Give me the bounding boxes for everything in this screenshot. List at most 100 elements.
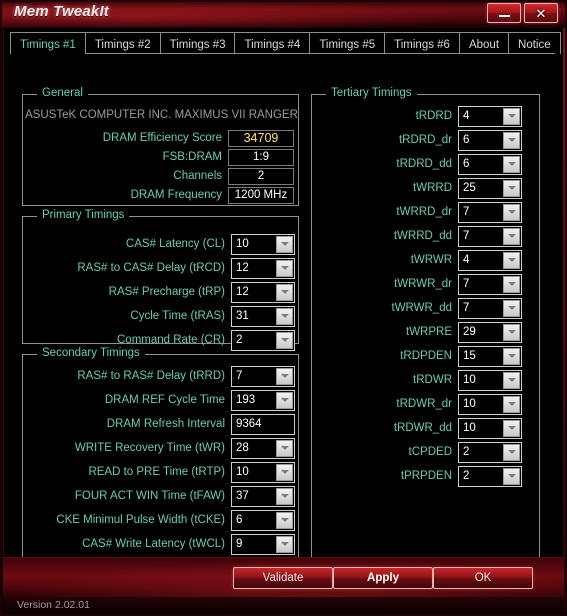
chevron-down-icon[interactable] — [503, 371, 520, 389]
field-label: tRDRD_dd — [396, 158, 452, 170]
combo-twrrd[interactable]: 25 — [458, 177, 522, 199]
field-label: tWRWR_dr — [394, 278, 452, 290]
field-label: tWRRD_dd — [393, 230, 452, 242]
chevron-down-icon[interactable] — [503, 131, 520, 149]
combo-cycle-time-tras[interactable]: 31 — [231, 305, 295, 327]
combo-read-to-pre-time-trtp[interactable]: 10 — [231, 461, 295, 483]
combo-command-rate-cr[interactable]: 2 — [231, 329, 295, 351]
chevron-down-icon[interactable] — [276, 235, 293, 253]
combo-trdwr-dr[interactable]: 10 — [458, 393, 522, 415]
combo-dram-ref-cycle-time[interactable]: 193 — [231, 389, 295, 411]
combo-cke-minimul-pulse-width-tcke[interactable]: 6 — [231, 509, 295, 531]
mem-tweakit-window: Mem TweakIt ✕ Timings #1 Timings #2 Timing… — [0, 0, 567, 616]
combo-value: 37 — [236, 490, 249, 502]
chevron-down-icon[interactable] — [276, 487, 293, 505]
combo-twrwr[interactable]: 4 — [458, 249, 522, 271]
tab-label: Timings #4 — [244, 39, 301, 51]
combo-trdrd-dd[interactable]: 6 — [458, 153, 522, 175]
combo-trdpden[interactable]: 15 — [458, 345, 522, 367]
chevron-down-icon[interactable] — [503, 179, 520, 197]
group-secondary-timings: Secondary Timings RAS# to RAS# Delay (tR… — [22, 347, 299, 576]
chevron-down-icon[interactable] — [503, 299, 520, 317]
chevron-down-icon[interactable] — [276, 307, 293, 325]
combo-twrrd-dr[interactable]: 7 — [458, 201, 522, 223]
chevron-down-icon[interactable] — [503, 107, 520, 125]
minimize-button[interactable] — [487, 3, 521, 23]
combo-value: 6 — [463, 158, 470, 170]
tab-timings-1[interactable]: Timings #1 — [10, 32, 86, 55]
combo-value: 4 — [463, 110, 470, 122]
row-ras-precharge-trp: RAS# Precharge (tRP) 12 — [31, 281, 295, 303]
field-label: CAS# Write Latency (tWCL) — [82, 538, 225, 550]
tab-notice[interactable]: Notice — [508, 32, 561, 54]
chevron-down-icon[interactable] — [503, 155, 520, 173]
tab-timings-2[interactable]: Timings #2 — [84, 32, 161, 54]
combo-cas-write-latency-twcl[interactable]: 9 — [231, 533, 295, 555]
combo-trdwr[interactable]: 10 — [458, 369, 522, 391]
chevron-down-icon[interactable] — [276, 259, 293, 277]
chevron-down-icon[interactable] — [503, 251, 520, 269]
combo-cas-latency-cl[interactable]: 10 — [231, 233, 295, 255]
combo-value: 10 — [236, 466, 249, 478]
apply-button[interactable]: Apply — [333, 567, 433, 589]
row-write-recovery-time-twr: WRITE Recovery Time (tWR) 28 — [31, 437, 295, 459]
chevron-down-icon[interactable] — [503, 443, 520, 461]
close-button[interactable]: ✕ — [524, 3, 558, 23]
chevron-down-icon[interactable] — [503, 347, 520, 365]
tab-timings-6[interactable]: Timings #6 — [384, 32, 460, 54]
combo-trdrd[interactable]: 4 — [458, 105, 522, 127]
combo-value: 7 — [463, 278, 470, 290]
chevron-down-icon[interactable] — [503, 395, 520, 413]
validate-button[interactable]: Validate — [233, 567, 333, 589]
chevron-down-icon[interactable] — [276, 535, 293, 553]
combo-write-recovery-time-twr[interactable]: 28 — [231, 437, 295, 459]
tab-strip: Timings #1 Timings #2 Timings #3 Timings #4… — [10, 32, 561, 55]
chevron-down-icon[interactable] — [503, 323, 520, 341]
row-twrwr-dd: tWRWR_dd 7 — [320, 297, 522, 319]
field-label: tPRPDEN — [400, 470, 452, 482]
tab-about[interactable]: About — [458, 32, 510, 54]
combo-ras-precharge-trp[interactable]: 12 — [231, 281, 295, 303]
chevron-down-icon[interactable] — [276, 511, 293, 529]
chevron-down-icon[interactable] — [276, 391, 293, 409]
chevron-down-icon[interactable] — [276, 283, 293, 301]
chevron-down-icon[interactable] — [276, 331, 293, 349]
combo-trdrd-dr[interactable]: 6 — [458, 129, 522, 151]
tab-timings-4[interactable]: Timings #4 — [234, 32, 311, 54]
field-label: Command Rate (CR) — [117, 334, 225, 346]
tab-timings-5[interactable]: Timings #5 — [309, 32, 386, 54]
ok-button[interactable]: OK — [433, 567, 533, 589]
combo-twrwr-dr[interactable]: 7 — [458, 273, 522, 295]
combo-value: 7 — [463, 230, 470, 242]
chevron-down-icon[interactable] — [503, 203, 520, 221]
field-label: FSB:DRAM — [162, 151, 222, 163]
combo-value: 2 — [463, 446, 470, 458]
chevron-down-icon[interactable] — [276, 463, 293, 481]
row-trdwr: tRDWR 10 — [320, 369, 522, 391]
row-twrpre: tWRPRE 29 — [320, 321, 522, 343]
row-dram-ref-cycle-time: DRAM REF Cycle Time 193 — [31, 389, 295, 411]
combo-four-act-win-time-tfaw[interactable]: 37 — [231, 485, 295, 507]
combo-twrpre[interactable]: 29 — [458, 321, 522, 343]
combo-ras-to-ras-delay-trrd[interactable]: 7 — [231, 365, 295, 387]
input-dram-refresh-interval[interactable]: 9364 — [231, 413, 295, 435]
field-label: RAS# to CAS# Delay (tRCD) — [77, 262, 225, 274]
field-label: CAS# Latency (CL) — [125, 238, 225, 250]
chevron-down-icon[interactable] — [503, 227, 520, 245]
combo-tcpded[interactable]: 2 — [458, 441, 522, 463]
chevron-down-icon[interactable] — [503, 419, 520, 437]
chevron-down-icon[interactable] — [276, 439, 293, 457]
bottom-bar: Validate Apply OK — [3, 557, 564, 598]
window-right-edge — [563, 28, 565, 613]
combo-ras-to-cas-delay-trcd[interactable]: 12 — [231, 257, 295, 279]
chevron-down-icon[interactable] — [276, 367, 293, 385]
chevron-down-icon[interactable] — [503, 275, 520, 293]
field-label: Cycle Time (tRAS) — [130, 310, 225, 322]
chevron-down-icon[interactable] — [503, 467, 520, 485]
combo-twrrd-dd[interactable]: 7 — [458, 225, 522, 247]
combo-twrwr-dd[interactable]: 7 — [458, 297, 522, 319]
tab-timings-3[interactable]: Timings #3 — [159, 32, 236, 54]
combo-tprpden[interactable]: 2 — [458, 465, 522, 487]
field-label: RAS# Precharge (tRP) — [108, 286, 225, 298]
combo-trdwr-dd[interactable]: 10 — [458, 417, 522, 439]
